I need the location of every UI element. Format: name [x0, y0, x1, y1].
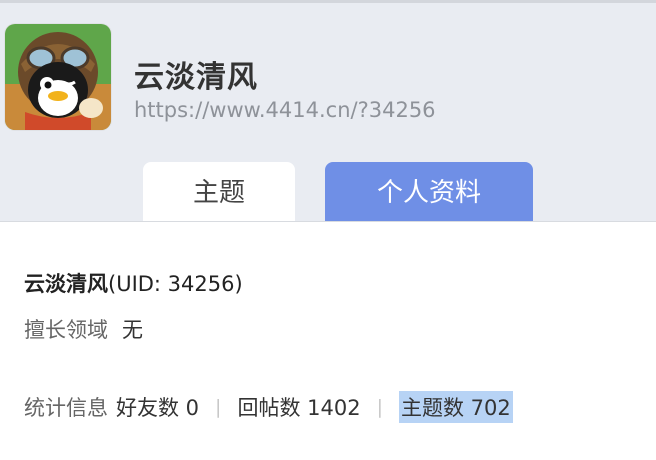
stats-separator: | — [376, 396, 383, 418]
expertise-value: 无 — [122, 318, 143, 342]
stats-label: 统计信息 — [24, 396, 108, 420]
tab-topics[interactable]: 主题 — [143, 162, 295, 222]
expertise-label: 擅长领域 — [24, 318, 108, 342]
expertise-row: 擅长领域无 — [24, 314, 143, 344]
profile-page: 云淡清风 https://www.4414.cn/?34256 主题 个人资料 … — [0, 0, 656, 460]
avatar[interactable] — [5, 24, 111, 130]
user-url-link[interactable]: https://www.4414.cn/?34256 — [134, 98, 436, 122]
profile-title: 云淡清风(UID: 34256) — [24, 268, 243, 298]
stats-separator: | — [215, 396, 222, 418]
user-name: 云淡清风 — [134, 60, 258, 95]
profile-uid: (UID: 34256) — [108, 272, 243, 296]
penguin-avatar-icon — [5, 24, 111, 130]
topics-count: 主题数 702 — [398, 391, 513, 423]
profile-name: 云淡清风 — [24, 272, 108, 296]
friends-count: 好友数 0 — [116, 396, 200, 420]
replies-count: 回帖数 1402 — [237, 396, 361, 420]
header-divider — [0, 221, 656, 222]
tab-profile[interactable]: 个人资料 — [325, 162, 533, 222]
stats-row: 统计信息 好友数 0 | 回帖数 1402 | 主题数 702 — [24, 391, 513, 423]
